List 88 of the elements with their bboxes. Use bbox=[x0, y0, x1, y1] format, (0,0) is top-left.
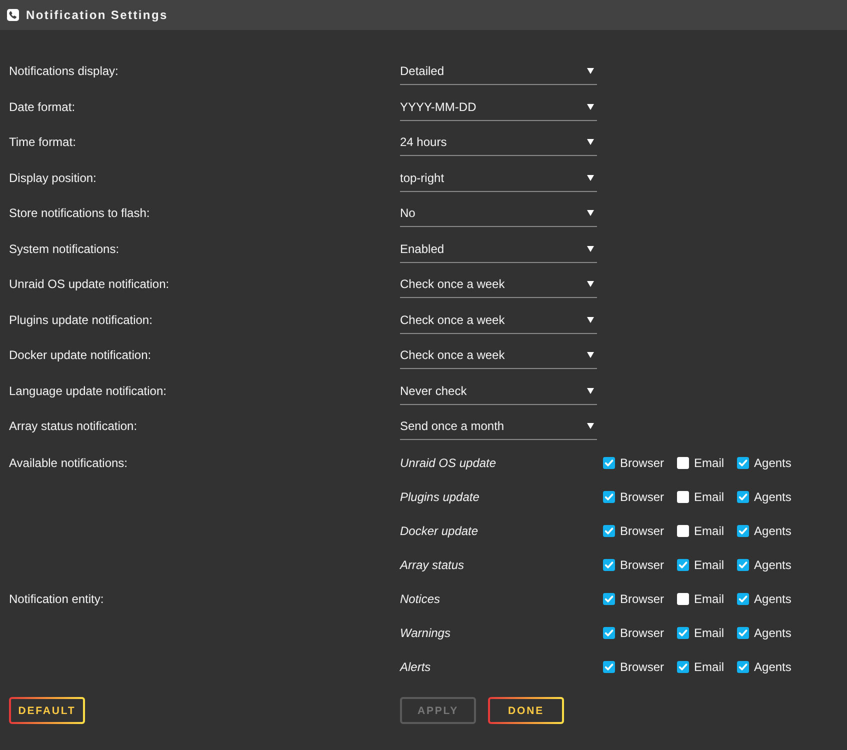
done-button[interactable]: DONE bbox=[488, 697, 564, 724]
checkbox-label: Browser bbox=[620, 558, 664, 572]
notification-type: Notices bbox=[400, 592, 440, 606]
caret-icon bbox=[587, 316, 594, 322]
checkbox[interactable] bbox=[603, 490, 615, 502]
dropdown[interactable]: top-right bbox=[400, 164, 597, 192]
setting-label: Notifications display: bbox=[9, 63, 118, 80]
notification-type: Warnings bbox=[400, 626, 450, 640]
checkbox[interactable] bbox=[677, 524, 690, 536]
checkbox-label: Agents bbox=[754, 524, 792, 538]
checkbox[interactable] bbox=[737, 592, 750, 604]
checkbox[interactable] bbox=[603, 592, 615, 604]
caret-icon bbox=[587, 246, 594, 252]
caret-icon bbox=[587, 174, 594, 180]
caret-icon bbox=[587, 281, 594, 287]
caret-icon bbox=[587, 388, 594, 394]
checkbox-label: Email bbox=[694, 592, 724, 606]
checkbox[interactable] bbox=[677, 456, 690, 468]
group-label: Notification entity: bbox=[9, 590, 104, 608]
caret-icon bbox=[587, 423, 594, 429]
notification-type: Plugins update bbox=[400, 490, 480, 504]
checkbox[interactable] bbox=[603, 456, 615, 468]
checkbox[interactable] bbox=[737, 524, 750, 536]
checkbox-label: Email bbox=[694, 660, 724, 674]
dropdown[interactable]: No bbox=[400, 200, 597, 227]
checkbox[interactable] bbox=[737, 626, 750, 638]
dropdown[interactable]: Detailed bbox=[400, 58, 597, 85]
setting-label: Plugins update notification: bbox=[9, 312, 152, 328]
checkbox-label: Email bbox=[694, 558, 724, 572]
checkbox[interactable] bbox=[677, 592, 690, 604]
checkbox[interactable] bbox=[737, 490, 750, 502]
caret-icon bbox=[587, 352, 594, 358]
checkbox[interactable] bbox=[603, 524, 615, 536]
default-button[interactable]: DEFAULT bbox=[9, 697, 85, 724]
group-label: Available notifications: bbox=[9, 454, 128, 472]
phone-icon bbox=[7, 9, 19, 21]
checkbox-label: Agents bbox=[754, 558, 792, 572]
caret-icon bbox=[587, 68, 594, 74]
checkbox-label: Browser bbox=[620, 456, 664, 470]
dropdown[interactable]: Send once a month bbox=[400, 413, 597, 440]
window-title: Notification Settings bbox=[26, 8, 168, 22]
setting-label: Display position: bbox=[9, 170, 96, 186]
setting-label: Time format: bbox=[9, 134, 76, 151]
checkbox-label: Agents bbox=[754, 626, 792, 640]
dropdown[interactable]: Check once a week bbox=[400, 271, 597, 298]
dropdown[interactable]: Enabled bbox=[400, 236, 597, 262]
checkbox[interactable] bbox=[677, 626, 690, 638]
setting-label: System notifications: bbox=[9, 240, 120, 258]
checkbox[interactable] bbox=[677, 660, 690, 672]
checkbox-label: Browser bbox=[620, 626, 664, 640]
dropdown[interactable]: Never check bbox=[400, 378, 597, 404]
notification-type: Alerts bbox=[400, 660, 431, 674]
caret-icon bbox=[587, 210, 594, 216]
checkbox[interactable] bbox=[677, 490, 690, 502]
notification-type: Unraid OS update bbox=[400, 456, 496, 470]
setting-label: Language update notification: bbox=[9, 382, 166, 400]
checkbox-label: Agents bbox=[754, 456, 792, 470]
checkbox[interactable] bbox=[603, 660, 615, 672]
setting-label: Date format: bbox=[9, 98, 76, 116]
caret-icon bbox=[587, 139, 594, 145]
checkbox-label: Email bbox=[694, 456, 724, 470]
checkbox-label: Agents bbox=[754, 660, 792, 674]
dropdown[interactable]: 24 hours bbox=[400, 129, 597, 156]
setting-label: Store notifications to flash: bbox=[9, 205, 150, 222]
setting-label: Docker update notification: bbox=[9, 347, 152, 364]
checkbox-label: Browser bbox=[620, 592, 664, 606]
checkbox-label: Browser bbox=[620, 660, 664, 674]
checkbox-label: Email bbox=[694, 626, 724, 640]
dropdown[interactable]: YYYY-MM-DD bbox=[400, 94, 597, 120]
checkbox-label: Browser bbox=[620, 490, 664, 504]
checkbox[interactable] bbox=[677, 558, 690, 570]
checkbox[interactable] bbox=[737, 558, 750, 570]
checkbox-label: Agents bbox=[754, 490, 792, 504]
checkbox[interactable] bbox=[737, 456, 750, 468]
notification-type: Array status bbox=[400, 558, 464, 572]
dropdown[interactable]: Check once a week bbox=[400, 306, 597, 334]
checkbox-label: Browser bbox=[620, 524, 664, 538]
setting-label: Unraid OS update notification: bbox=[9, 276, 170, 293]
checkbox[interactable] bbox=[603, 558, 615, 570]
dropdown[interactable]: Check once a week bbox=[400, 342, 597, 369]
setting-label: Array status notification: bbox=[9, 418, 138, 435]
checkbox-label: Email bbox=[694, 524, 724, 538]
notification-type: Docker update bbox=[400, 524, 478, 538]
checkbox[interactable] bbox=[603, 626, 615, 638]
checkbox-label: Agents bbox=[754, 592, 792, 606]
caret-icon bbox=[587, 104, 594, 110]
checkbox[interactable] bbox=[737, 660, 750, 672]
checkbox-label: Email bbox=[694, 490, 724, 504]
